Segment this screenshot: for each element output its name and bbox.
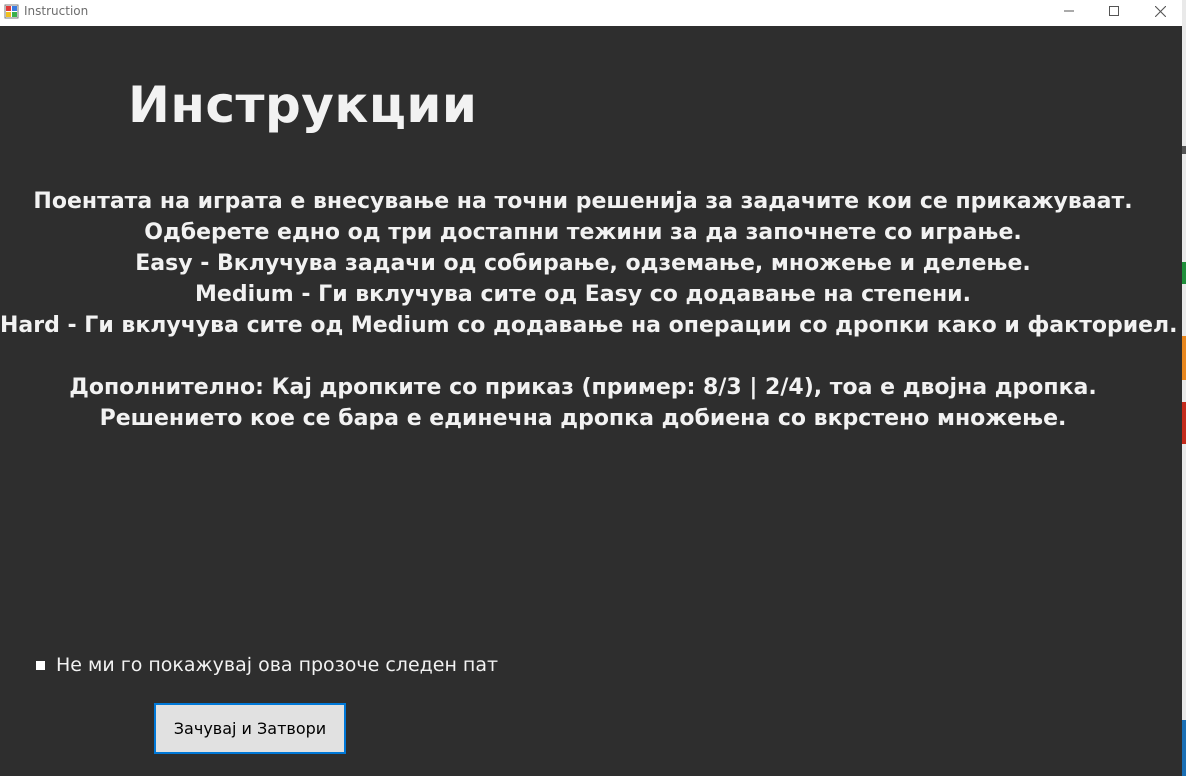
save-and-close-button[interactable]: Зачувај и Затвори [154, 703, 346, 754]
title-bar: Instruction [0, 0, 1182, 26]
dont-show-again-checkbox[interactable] [36, 660, 45, 670]
maximize-icon [1109, 6, 1119, 16]
instruction-line: Одберете едно од три достапни тежини за … [144, 220, 1022, 245]
instruction-window: Instruction Инструкции Поентата на играт… [0, 0, 1182, 776]
background-mark [1182, 146, 1186, 154]
extra-line: Решението кое се бара е единечна дропка … [99, 406, 1067, 431]
window-title: Instruction [24, 4, 89, 18]
minimize-icon [1064, 10, 1074, 12]
background-mark [1182, 262, 1186, 284]
instruction-line-medium: Medium - Ги вклучува сите од Easy со дод… [195, 282, 971, 307]
close-button[interactable] [1137, 0, 1183, 22]
app-icon [4, 4, 19, 19]
instruction-line-easy: Easy - Вклучува задачи од собирање, одзе… [135, 251, 1031, 276]
maximize-button[interactable] [1091, 0, 1137, 22]
extra-line: Дополнително: Кај дропките со приказ (пр… [69, 375, 1097, 400]
dont-show-again-option[interactable]: Не ми го покажувај ова прозоче следен па… [36, 654, 498, 676]
instruction-line-hard: Hard - Ги вклучува сите од Medium со дод… [0, 313, 1178, 338]
instruction-line: Поентата на играта е внесување на точни … [33, 189, 1133, 214]
background-mark [1182, 720, 1186, 776]
minimize-button[interactable] [1046, 0, 1092, 22]
background-mark [1182, 402, 1186, 444]
close-icon [1154, 5, 1166, 17]
dont-show-again-label[interactable]: Не ми го покажувај ова прозоче следен па… [56, 654, 498, 676]
page-title: Инструкции [128, 76, 478, 134]
background-window-edge [1182, 0, 1186, 776]
background-mark [1182, 336, 1186, 380]
instructions-text: Поентата на играта е внесување на точни … [0, 186, 1178, 434]
